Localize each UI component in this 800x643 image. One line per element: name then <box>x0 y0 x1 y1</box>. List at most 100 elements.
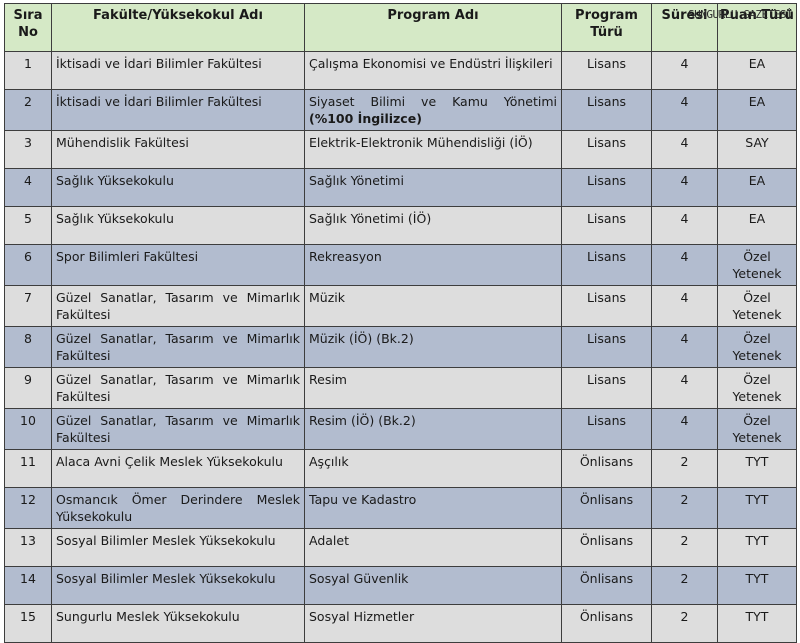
program-type-cell-text: Önlisans <box>579 609 634 624</box>
faculty-cell-text: İktisadi ve İdari Bilimler Fakültesi <box>56 94 262 109</box>
row-number-cell: 8 <box>4 326 52 368</box>
program-type-cell-text: Lisans <box>586 290 627 305</box>
program-cell-text: Sosyal Güvenlik <box>309 571 409 586</box>
faculty-cell: Mühendislik Fakültesi <box>51 130 305 169</box>
duration-cell: 2 <box>651 566 718 605</box>
duration-cell-text: 4 <box>680 173 689 188</box>
program-cell: Aşçılık <box>304 449 562 488</box>
faculty-cell: Alaca Avni Çelik Meslek Yüksekokulu <box>51 449 305 488</box>
header-row: Sıra No Fakülte/Yüksekokul Adı Program A… <box>4 3 797 52</box>
program-type-cell: Lisans <box>561 89 652 131</box>
program-type-cell: Lisans <box>561 326 652 368</box>
faculty-cell: Güzel Sanatlar, Tasarım ve Mimarlık Fakü… <box>51 408 305 450</box>
program-cell: Resim <box>304 367 562 409</box>
table-row: 2 İktisadi ve İdari Bilimler Fakültesi Siy… <box>4 89 797 131</box>
program-type-cell-text: Önlisans <box>579 533 634 548</box>
duration-cell: 4 <box>651 168 718 207</box>
score-type-cell-text: TYT <box>745 454 769 469</box>
row-number-cell: 15 <box>4 604 52 643</box>
program-cell-text: Rekreasyon <box>309 249 382 264</box>
score-type-cell-text: EA <box>748 211 766 226</box>
table-row: 13 Sosyal Bilimler Meslek Yüksekokulu Adal… <box>4 528 797 567</box>
program-cell-text: Elektrik-Elektronik Mühendisliği (İÖ) <box>309 135 533 150</box>
program-type-cell: Lisans <box>561 367 652 409</box>
faculty-cell-text: Güzel Sanatlar, Tasarım ve Mimarlık Fakü… <box>56 290 300 322</box>
row-number-cell: 5 <box>4 206 52 245</box>
duration-cell-text: 2 <box>680 571 689 586</box>
score-type-cell-text: TYT <box>745 492 769 507</box>
faculty-cell: Sungurlu Meslek Yüksekokulu <box>51 604 305 643</box>
table-row: 14 Sosyal Bilimler Meslek Yüksekokulu Sosy… <box>4 566 797 605</box>
faculty-cell-text: Osmancık Ömer Derindere Meslek Yüksekoku… <box>56 492 300 524</box>
row-number-cell: 7 <box>4 285 52 327</box>
program-type-cell: Lisans <box>561 130 652 169</box>
program-type-cell-text: Lisans <box>586 331 627 346</box>
program-cell-text: Tapu ve Kadastro <box>309 492 417 507</box>
score-type-cell-text: TYT <box>745 571 769 586</box>
faculty-cell-text: Sağlık Yüksekokulu <box>56 211 174 226</box>
score-type-cell: Özel Yetenek <box>717 244 797 286</box>
faculty-cell-text: Sosyal Bilimler Meslek Yüksekokulu <box>56 533 276 548</box>
col-header-type: Program Türü <box>561 3 652 52</box>
program-cell-text: Sosyal Hizmetler <box>309 609 415 624</box>
table-row: 15 Sungurlu Meslek Yüksekokulu Sosyal Hizm… <box>4 604 797 643</box>
program-cell-text: Resim (İÖ) (Bk.2) <box>309 413 416 428</box>
program-type-cell: Lisans <box>561 206 652 245</box>
program-cell-text: Çalışma Ekonomisi ve Endüstri İlişkileri <box>309 56 553 71</box>
faculty-cell: Spor Bilimleri Fakültesi <box>51 244 305 286</box>
score-type-cell-text: Özel Yetenek <box>732 413 782 445</box>
program-cell: Müzik (İÖ) (Bk.2) <box>304 326 562 368</box>
score-type-cell-text: Özel Yetenek <box>732 372 782 404</box>
row-number-cell-text: 13 <box>20 533 36 548</box>
score-type-cell: EA <box>717 51 797 90</box>
program-type-cell-text: Önlisans <box>579 571 634 586</box>
score-type-cell-text: Özel Yetenek <box>732 290 782 322</box>
program-type-cell-text: Lisans <box>586 372 627 387</box>
duration-cell: 4 <box>651 206 718 245</box>
program-cell-text: Aşçılık <box>309 454 349 469</box>
duration-cell-text: 4 <box>680 413 689 428</box>
table-row: 6 Spor Bilimleri Fakültesi Rekreasyon Lisan… <box>4 244 797 286</box>
duration-cell: 4 <box>651 244 718 286</box>
faculty-cell: Güzel Sanatlar, Tasarım ve Mimarlık Fakü… <box>51 367 305 409</box>
row-number-cell-text: 5 <box>24 211 32 226</box>
score-type-cell: SAY <box>717 130 797 169</box>
programs-table: Sıra No Fakülte/Yüksekokul Adı Program A… <box>4 3 797 643</box>
duration-cell-text: 4 <box>680 94 689 109</box>
faculty-cell-text: Güzel Sanatlar, Tasarım ve Mimarlık Fakü… <box>56 413 300 445</box>
score-type-cell-text: EA <box>748 94 766 109</box>
score-type-cell: Özel Yetenek <box>717 367 797 409</box>
program-note-bold: (%100 İngilizce) <box>309 111 422 126</box>
duration-cell: 4 <box>651 408 718 450</box>
row-number-cell-text: 9 <box>24 372 32 387</box>
program-type-cell: Lisans <box>561 244 652 286</box>
duration-cell-text: 2 <box>680 492 689 507</box>
score-type-cell: EA <box>717 89 797 131</box>
faculty-cell-text: Güzel Sanatlar, Tasarım ve Mimarlık Fakü… <box>56 372 300 404</box>
duration-cell-text: 4 <box>680 331 689 346</box>
table-row: 10 Güzel Sanatlar, Tasarım ve Mimarlık Fa… <box>4 408 797 450</box>
duration-cell: 4 <box>651 51 718 90</box>
row-number-cell: 11 <box>4 449 52 488</box>
faculty-cell: Güzel Sanatlar, Tasarım ve Mimarlık Fakü… <box>51 285 305 327</box>
row-number-cell: 3 <box>4 130 52 169</box>
program-type-cell: Lisans <box>561 408 652 450</box>
program-cell: Çalışma Ekonomisi ve Endüstri İlişkileri <box>304 51 562 90</box>
duration-cell-text: 4 <box>680 56 689 71</box>
table-row: 7 Güzel Sanatlar, Tasarım ve Mimarlık Fak… <box>4 285 797 327</box>
program-cell: Rekreasyon <box>304 244 562 286</box>
duration-cell: 2 <box>651 449 718 488</box>
score-type-cell-text: EA <box>748 56 766 71</box>
faculty-cell-text: Güzel Sanatlar, Tasarım ve Mimarlık Fakü… <box>56 331 300 363</box>
program-type-cell: Önlisans <box>561 604 652 643</box>
duration-cell: 2 <box>651 528 718 567</box>
faculty-cell-text: Sungurlu Meslek Yüksekokulu <box>56 609 240 624</box>
faculty-cell: Sağlık Yüksekokulu <box>51 206 305 245</box>
row-number-cell-text: 12 <box>20 492 36 507</box>
duration-cell-text: 4 <box>680 290 689 305</box>
score-type-cell-text: TYT <box>745 609 769 624</box>
row-number-cell-text: 3 <box>24 135 32 150</box>
score-type-cell-text: Özel Yetenek <box>732 249 782 281</box>
score-type-cell: TYT <box>717 487 797 529</box>
faculty-cell-text: İktisadi ve İdari Bilimler Fakültesi <box>56 56 262 71</box>
